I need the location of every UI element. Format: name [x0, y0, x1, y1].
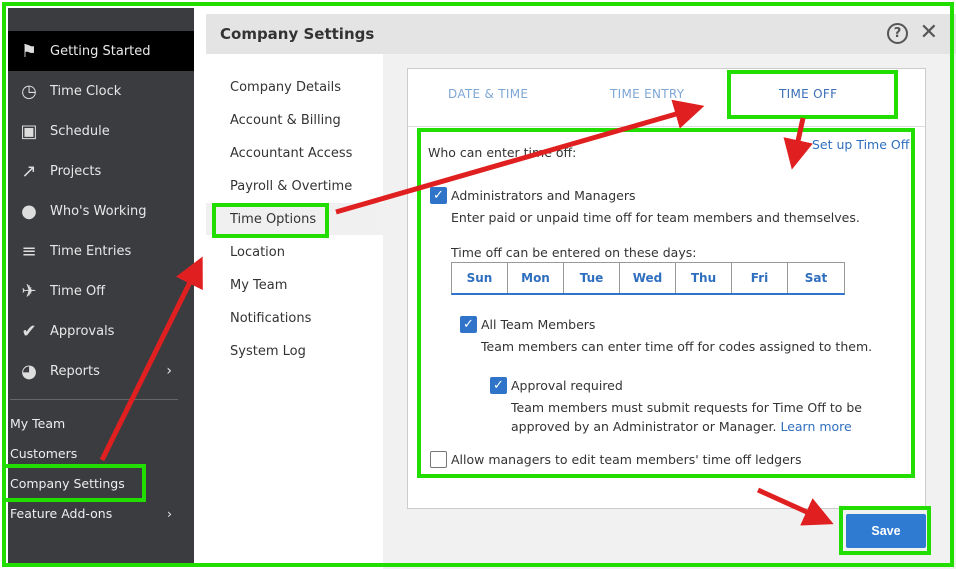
- tab-time-entry[interactable]: TIME ENTRY: [610, 87, 684, 101]
- day-sat[interactable]: Sat: [788, 263, 844, 293]
- sidebar-item-time-entries[interactable]: ≡ Time Entries: [8, 231, 194, 271]
- day-wed[interactable]: Wed: [620, 263, 676, 293]
- sidebar: ⚑ Getting Started ◷ Time Clock ▣ Schedule ↗…: [8, 8, 194, 563]
- sidebar-link-customers[interactable]: Customers: [10, 446, 77, 461]
- calendar-icon: ▣: [20, 120, 38, 142]
- flag-icon: ⚑: [20, 40, 38, 62]
- sidebar-link-my-team[interactable]: My Team: [10, 416, 65, 431]
- admins-checkbox[interactable]: ✓: [430, 187, 447, 204]
- approval-checkbox[interactable]: ✓: [490, 377, 507, 394]
- sidebar-item-getting-started[interactable]: ⚑ Getting Started: [8, 31, 194, 71]
- clock-icon: ◷: [21, 80, 37, 102]
- save-button[interactable]: Save: [846, 514, 926, 548]
- chevron-right-icon: ›: [167, 506, 172, 521]
- approval-desc-1: Team members must submit requests for Ti…: [511, 400, 862, 415]
- pie-chart-icon: ◕: [21, 360, 37, 382]
- label: Reports: [50, 363, 100, 379]
- day-thu[interactable]: Thu: [676, 263, 732, 293]
- text: approved by an Administrator or Manager.: [511, 419, 777, 434]
- tab-divider: [408, 126, 925, 127]
- day-sun[interactable]: Sun: [452, 263, 508, 293]
- team-checkbox[interactable]: ✓: [460, 316, 477, 333]
- sidebar-link-feature-add-ons[interactable]: Feature Add-ons ›: [10, 506, 180, 521]
- settings-nav: Company Details Account & Billing Accoun…: [206, 54, 383, 569]
- close-icon[interactable]: ✕: [920, 20, 938, 45]
- location-pin-icon: ●: [21, 200, 37, 222]
- tab-time-off[interactable]: TIME OFF: [779, 87, 837, 101]
- day-tue[interactable]: Tue: [564, 263, 620, 293]
- sidebar-item-projects[interactable]: ↗ Projects: [8, 151, 194, 191]
- day-mon[interactable]: Mon: [508, 263, 564, 293]
- approval-desc-2: approved by an Administrator or Manager.…: [511, 419, 852, 434]
- label: Who's Working: [50, 203, 147, 219]
- nav-location[interactable]: Location: [230, 245, 285, 260]
- time-options-panel: DATE & TIME TIME ENTRY TIME OFF Who can …: [407, 68, 926, 509]
- nav-accountant-access[interactable]: Accountant Access: [230, 146, 352, 161]
- label: Time Off: [50, 283, 106, 299]
- trend-icon: ↗: [21, 160, 37, 182]
- admins-desc: Enter paid or unpaid time off for team m…: [451, 210, 860, 225]
- day-fri[interactable]: Fri: [732, 263, 788, 293]
- sidebar-item-whos-working[interactable]: ● Who's Working: [8, 191, 194, 231]
- sidebar-item-reports[interactable]: ◕ Reports ›: [8, 351, 194, 391]
- help-icon[interactable]: ?: [887, 23, 908, 44]
- sidebar-item-time-clock[interactable]: ◷ Time Clock: [8, 71, 194, 111]
- team-desc: Team members can enter time off for code…: [481, 339, 873, 354]
- learn-more-link[interactable]: Learn more: [780, 419, 851, 434]
- nav-system-log[interactable]: System Log: [230, 344, 306, 359]
- days-label: Time off can be entered on these days:: [451, 245, 697, 260]
- divider: [10, 399, 178, 400]
- modal-header: Company Settings ? ✕: [206, 14, 956, 54]
- company-settings-modal: Company Settings ? ✕ Company Details Acc…: [206, 14, 956, 569]
- label: Time Entries: [50, 243, 132, 259]
- label: Schedule: [50, 123, 110, 139]
- nav-time-options[interactable]: Time Options: [230, 212, 316, 227]
- nav-company-details[interactable]: Company Details: [230, 80, 341, 95]
- nav-account-billing[interactable]: Account & Billing: [230, 113, 341, 128]
- nav-notifications[interactable]: Notifications: [230, 311, 311, 326]
- label: Time Clock: [50, 83, 122, 99]
- ledger-checkbox[interactable]: [430, 451, 447, 468]
- sidebar-item-approvals[interactable]: ✔ Approvals: [8, 311, 194, 351]
- admins-label: Administrators and Managers: [451, 188, 636, 203]
- approval-label: Approval required: [511, 378, 623, 393]
- ledger-label: Allow managers to edit team members' tim…: [451, 452, 802, 467]
- double-check-icon: ✔: [21, 320, 37, 342]
- sidebar-link-company-settings[interactable]: Company Settings: [10, 476, 125, 491]
- nav-my-team[interactable]: My Team: [230, 278, 287, 293]
- days-selector: Sun Mon Tue Wed Thu Fri Sat: [451, 262, 845, 295]
- label: Getting Started: [50, 43, 151, 59]
- nav-payroll-overtime[interactable]: Payroll & Overtime: [230, 179, 352, 194]
- airplane-icon: ✈: [21, 280, 37, 302]
- sidebar-item-time-off[interactable]: ✈ Time Off: [8, 271, 194, 311]
- list-clock-icon: ≡: [21, 240, 37, 262]
- tab-date-time[interactable]: DATE & TIME: [448, 87, 528, 101]
- team-label: All Team Members: [481, 317, 596, 332]
- who-label: Who can enter time off:: [428, 145, 577, 160]
- chevron-right-icon: ›: [166, 363, 172, 379]
- label: Feature Add-ons: [10, 506, 113, 521]
- modal-title: Company Settings: [220, 25, 375, 43]
- label: Approvals: [50, 323, 115, 339]
- sidebar-item-schedule[interactable]: ▣ Schedule: [8, 111, 194, 151]
- setup-time-off-link[interactable]: Set up Time Off: [812, 137, 909, 152]
- label: Projects: [50, 163, 102, 179]
